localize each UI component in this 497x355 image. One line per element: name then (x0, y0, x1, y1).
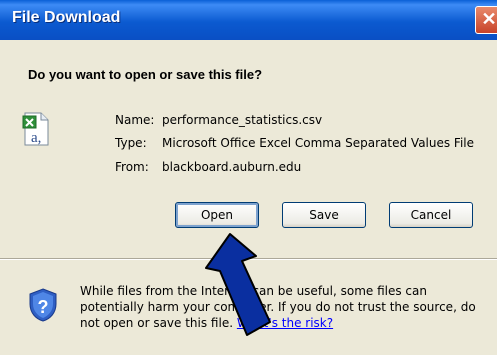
file-download-dialog: File Download ✕ Do you want to open or s… (0, 0, 497, 355)
pointer-arrow-icon (205, 233, 271, 336)
